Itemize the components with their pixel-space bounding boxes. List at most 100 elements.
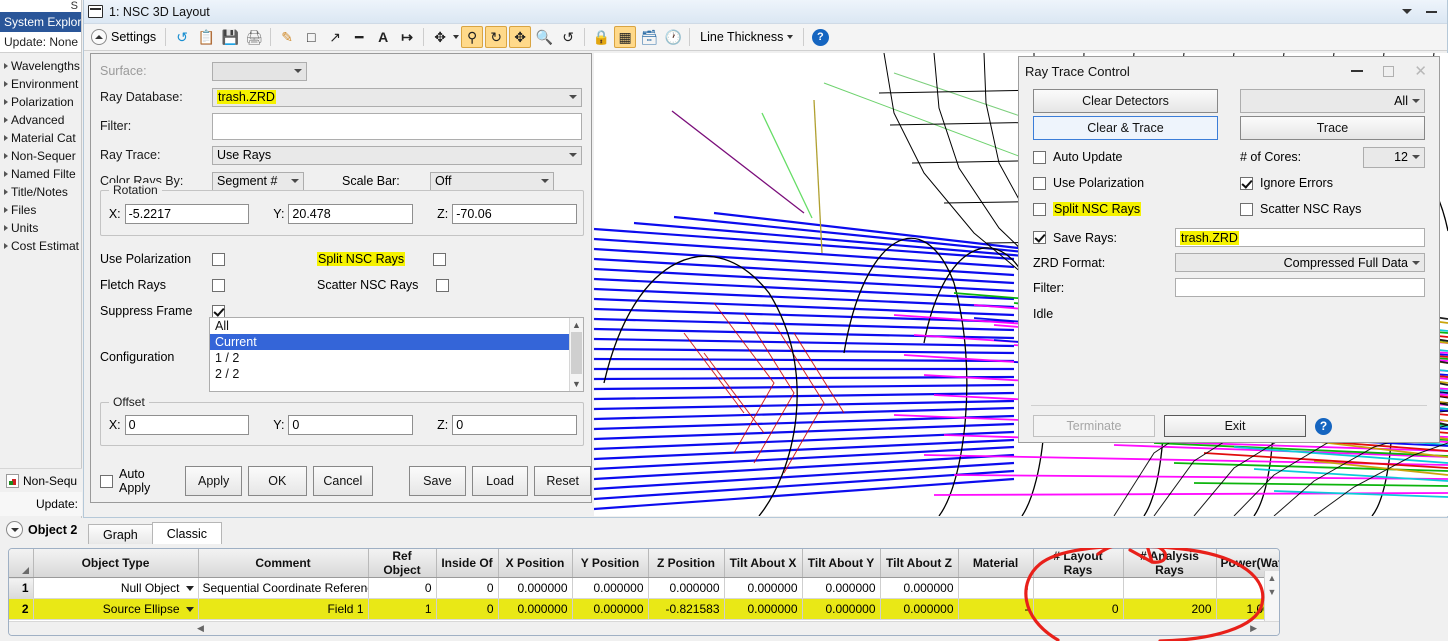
scroll-up-icon[interactable]: ▲ [570,318,583,332]
cell-tilt-about-y[interactable]: 0.000000 [802,598,881,620]
surface-select[interactable] [212,61,307,81]
cell-tilt-about-x[interactable]: 0.000000 [724,598,803,620]
col-inside-of[interactable]: Inside Of [436,549,499,578]
scroll-down-icon[interactable]: ▼ [1265,585,1279,599]
expand-arrow-icon[interactable] [4,153,8,159]
col-layout-rays[interactable]: # Layout Rays [1033,549,1124,578]
cell-layout-rays[interactable] [1033,577,1124,599]
sidebar-item-advanced[interactable]: Advanced [0,111,81,129]
cell-analysis-rays[interactable]: 200 [1123,598,1217,620]
undo-view-icon[interactable]: ↺ [557,26,579,48]
color-rays-by-select[interactable]: Segment # [212,171,304,191]
terminate-button[interactable]: Terminate [1033,415,1155,437]
expand-arrow-icon[interactable] [4,171,8,177]
config-option-2-2[interactable]: 2 / 2 [210,366,583,382]
ray-database-select[interactable]: trash.ZRD [212,87,582,107]
cell-object-type[interactable]: Null Object [33,577,199,599]
settings-button[interactable]: Settings [87,29,160,45]
object-table-container[interactable]: Object Type Comment Ref Object Inside Of… [8,548,1280,636]
cell-layout-rays[interactable]: 0 [1033,598,1124,620]
scroll-up-icon[interactable]: ▲ [1265,571,1279,585]
cancel-button[interactable]: Cancel [312,466,374,496]
cell-ref-object[interactable]: 0 [368,577,437,599]
ray-trace-select[interactable]: Use Rays [212,145,582,165]
ignore-errors-checkbox[interactable] [1240,176,1253,190]
close-icon[interactable]: ✕ [1414,64,1427,79]
col-ref-object[interactable]: Ref Object [368,549,437,578]
sidebar-item-cost-estimator[interactable]: Cost Estimat [0,237,81,255]
fit-window-icon[interactable]: ▦ [614,26,637,48]
table-row[interactable]: 2 Source Ellipse Field 1 1 0 0.000000 0.… [9,598,1279,620]
auto-update-checkbox[interactable] [1033,150,1046,164]
rtc-split-nsc-rays-checkbox[interactable] [1033,202,1046,216]
table-row[interactable]: 1 Null Object Sequential Coordinate Refe… [9,577,1279,599]
reset-clock-icon[interactable]: 🕐 [662,26,684,48]
sidebar-item-wavelengths[interactable]: Wavelengths [0,57,81,75]
clear-detectors-button[interactable]: Clear Detectors [1033,89,1218,113]
scroll-left-icon[interactable]: ◀ [197,623,204,634]
scatter-nsc-rays-checkbox[interactable] [436,278,450,292]
line-icon[interactable]: ━ [348,26,370,48]
config-option-all[interactable]: All [210,318,583,334]
sidebar-item-polarization[interactable]: Polarization [0,93,81,111]
col-tilt-about-y[interactable]: Tilt About Y [802,549,881,578]
cell-material[interactable]: - [958,598,1034,620]
cell-inside-of[interactable]: 0 [436,577,499,599]
expand-arrow-icon[interactable] [4,81,8,87]
clear-and-trace-button[interactable]: Clear & Trace [1033,116,1218,140]
expand-arrow-icon[interactable] [4,99,8,105]
chevron-down-icon[interactable] [185,606,194,612]
ok-button[interactable]: OK [247,466,307,496]
copy-icon[interactable]: 📋 [195,26,217,48]
col-tilt-about-z[interactable]: Tilt About Z [880,549,959,578]
lock-icon[interactable]: 🔒 [590,26,612,48]
text-icon[interactable]: A [372,26,394,48]
cell-material[interactable]: - [958,577,1034,599]
col-tilt-about-x[interactable]: Tilt About X [724,549,803,578]
print-icon[interactable]: 🖨 [243,26,265,48]
cell-z-position[interactable]: 0.000000 [648,577,725,599]
cell-y-position[interactable]: 0.000000 [572,598,649,620]
help-icon[interactable]: ? [1315,417,1332,435]
cell-object-type[interactable]: Source Ellipse [33,598,199,620]
col-x-position[interactable]: X Position [498,549,573,578]
cell-y-position[interactable]: 0.000000 [572,577,649,599]
rtc-scatter-nsc-rays-checkbox[interactable] [1240,202,1253,216]
tab-graph[interactable]: Graph [88,524,153,544]
scroll-right-icon[interactable]: ▶ [1250,623,1257,634]
cell-x-position[interactable]: 0.000000 [498,598,573,620]
rotate-3d-dropdown-icon[interactable] [453,35,460,39]
chevron-down-icon[interactable] [185,585,194,591]
rectangle-icon[interactable]: □ [300,26,322,48]
filter-input[interactable] [212,112,582,140]
config-option-1-2[interactable]: 1 / 2 [210,350,583,366]
cell-tilt-about-z[interactable]: 0.000000 [880,577,959,599]
minimize-icon[interactable] [1426,10,1437,13]
arrow-icon[interactable]: ↗ [324,26,346,48]
apply-button[interactable]: Apply [185,466,242,496]
cell-comment[interactable]: Field 1 [198,598,369,620]
rotation-x-input[interactable]: -5.2217 [124,204,250,224]
expand-arrow-icon[interactable] [4,135,8,141]
reset-button[interactable]: Reset [534,466,592,496]
cell-x-position[interactable]: 0.000000 [498,577,573,599]
pencil-icon[interactable]: ✎ [276,26,298,48]
rtc-use-polarization-checkbox[interactable] [1033,176,1046,190]
load-button[interactable]: Load [471,466,529,496]
sidebar-item-title-notes[interactable]: Title/Notes [0,183,81,201]
split-nsc-rays-checkbox[interactable] [433,252,447,266]
expand-arrow-icon[interactable] [4,225,8,231]
rtc-filter-input[interactable] [1175,278,1425,297]
line-thickness-button[interactable]: Line Thickness [695,30,798,44]
expand-arrow-icon[interactable] [4,63,8,69]
save-rays-input[interactable]: trash.ZRD [1175,228,1425,247]
pan-icon[interactable]: ✥ [509,26,532,48]
col-analysis-rays[interactable]: # Analysis Rays [1123,549,1217,578]
window-icon[interactable]: 🗃 [638,26,660,48]
expand-arrow-icon[interactable] [4,117,8,123]
rotate-3d-icon[interactable]: ✥ [429,26,451,48]
cores-select[interactable]: 12 [1363,146,1425,168]
refresh-icon[interactable]: ↺ [171,26,193,48]
zrd-format-select[interactable]: Compressed Full Data [1175,253,1425,272]
save-image-icon[interactable]: 💾 [219,26,241,48]
